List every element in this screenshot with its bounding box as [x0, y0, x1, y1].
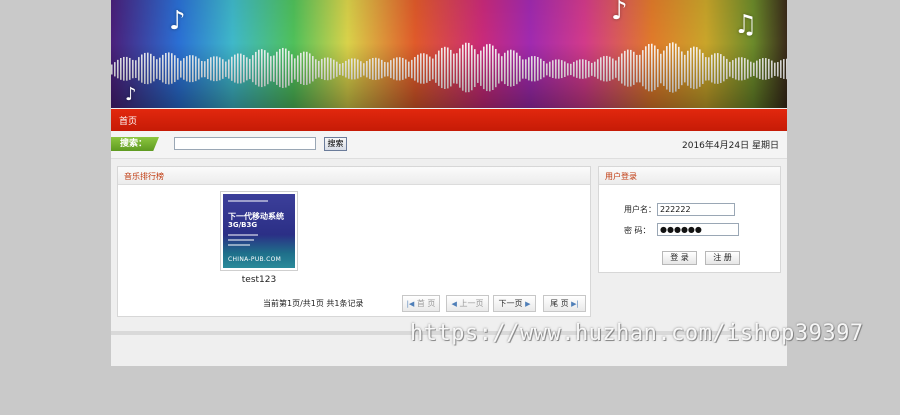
search-button[interactable]: 搜索 [324, 137, 347, 151]
music-note-icon: ♫ [734, 10, 758, 40]
password-input[interactable]: ●●●●●● [657, 223, 739, 236]
register-button[interactable]: 注 册 [705, 251, 740, 265]
panel-header: 用户登录 [599, 167, 780, 185]
username-input[interactable]: 222222 [657, 203, 735, 216]
cover-brand: CHINA-PUB.COM [228, 256, 282, 263]
panel-header: 音乐排行榜 [118, 167, 590, 185]
last-page-button[interactable]: 尾 页 ▶| [543, 295, 586, 312]
music-note-icon: ♪ [611, 0, 628, 26]
header-banner: ♪ ♪ ♫ ♪ [111, 0, 787, 108]
panel-title: 音乐排行榜 [124, 172, 164, 181]
music-note-icon: ♪ [169, 6, 186, 36]
main-nav-bar: 首页 [111, 109, 787, 131]
cover-decoration [228, 234, 258, 236]
nav-item-home[interactable]: 首页 [119, 114, 137, 127]
pagination-info: 当前第1页/共1页 共1条记录 [263, 299, 364, 308]
cover-decoration [228, 239, 254, 241]
cover-decoration [228, 244, 250, 246]
music-note-icon: ♪ [125, 84, 137, 105]
cover-subtitle: 3G/B3G [228, 221, 258, 229]
search-label: 搜索： [111, 137, 159, 151]
search-bar: 搜索： 搜索 2016年4月24日 星期日 [111, 131, 787, 159]
prev-page-icon: ◀ [451, 300, 457, 308]
search-input[interactable] [174, 137, 316, 150]
song-cover-card[interactable]: 下一代移动系统 3G/B3G CHINA-PUB.COM [220, 191, 298, 271]
song-title-link[interactable]: test123 [220, 275, 298, 285]
login-button[interactable]: 登 录 [662, 251, 697, 265]
prev-page-button[interactable]: ◀ 上一页 [446, 295, 489, 312]
cover-decoration [228, 200, 268, 202]
current-date: 2016年4月24日 星期日 [682, 141, 779, 151]
first-page-icon: |◀ [406, 300, 415, 308]
next-page-icon: ▶ [525, 300, 531, 308]
username-label: 用户名： [624, 205, 656, 214]
banner-shade [111, 0, 787, 108]
first-page-button[interactable]: |◀ 首 页 [402, 295, 440, 312]
music-ranking-panel: 音乐排行榜 下一代移动系统 3G/B3G CHINA-PUB.COM test1… [117, 166, 591, 317]
last-page-icon: ▶| [571, 300, 579, 308]
password-label: 密 码： [624, 226, 651, 235]
album-cover-image: 下一代移动系统 3G/B3G CHINA-PUB.COM [223, 194, 295, 268]
panel-title: 用户登录 [605, 172, 637, 181]
page-container: ♪ ♪ ♫ ♪ 首页 搜索： 搜索 2016年4月24日 星期日 音乐排行榜 下… [111, 0, 787, 366]
next-page-button[interactable]: 下一页 ▶ [493, 295, 536, 312]
user-login-panel: 用户登录 用户名： 222222 密 码： ●●●●●● 登 录 注 册 [598, 166, 781, 273]
watermark-text: https://www.huzhan.com/ishop39397 [410, 321, 864, 346]
